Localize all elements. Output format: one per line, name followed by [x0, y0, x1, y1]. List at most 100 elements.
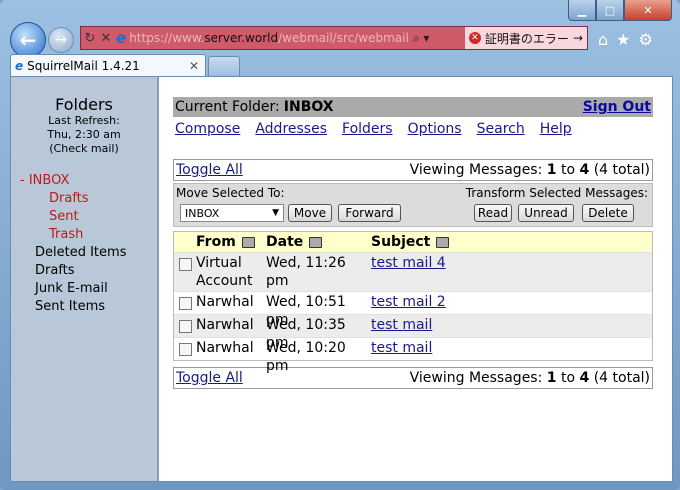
page-content: Folders Last Refresh: Thu, 2:30 am (Chec…: [10, 76, 673, 482]
minimize-button[interactable]: ▁: [568, 0, 596, 21]
row-from: Narwhal: [196, 294, 254, 310]
move-target-select[interactable]: INBOX ▼: [180, 204, 284, 222]
folder-drafts[interactable]: Drafts: [11, 262, 157, 280]
row-subject-link[interactable]: test mail: [371, 340, 432, 356]
row-subject: test mail: [371, 338, 432, 357]
row-from: Narwhal: [196, 340, 254, 356]
delete-button[interactable]: Delete: [582, 204, 634, 222]
folder-junk-email[interactable]: Junk E-mail: [11, 280, 157, 298]
column-subject[interactable]: Subject: [371, 234, 450, 250]
move-target-value: INBOX: [185, 206, 220, 220]
folder-inbox[interactable]: - INBOX: [11, 172, 157, 190]
last-refresh: Last Refresh: Thu, 2:30 am (Check mail): [11, 114, 157, 156]
window-controls: ▁ □ ✕: [568, 0, 672, 21]
folder-sent-items[interactable]: Sent Items: [11, 298, 157, 316]
menu-folders[interactable]: Folders: [342, 121, 393, 137]
last-refresh-time: Thu, 2:30 am: [47, 128, 121, 141]
tab-squirrelmail[interactable]: e SquirrelMail 1.4.21 ✕: [10, 54, 206, 76]
close-tab-icon[interactable]: ✕: [189, 59, 199, 73]
certificate-error-indicator[interactable]: ✕ 証明書のエラー →: [464, 27, 587, 49]
stop-icon[interactable]: ✕: [99, 31, 113, 46]
row-checkbox[interactable]: [174, 338, 196, 356]
toggle-all-link[interactable]: Toggle All: [176, 162, 243, 178]
sign-out-link[interactable]: Sign Out: [583, 99, 651, 115]
menu-search[interactable]: Search: [477, 121, 525, 137]
column-from-label: From: [196, 234, 236, 250]
menu-compose[interactable]: Compose: [175, 121, 240, 137]
error-icon: ✕: [468, 32, 481, 44]
forward-message-button[interactable]: Forward: [338, 204, 401, 222]
home-icon[interactable]: ⌂: [598, 30, 608, 49]
column-subject-label: Subject: [371, 234, 431, 250]
folders-title: Folders: [55, 95, 113, 114]
folder-deleted-items[interactable]: Deleted Items: [11, 244, 157, 262]
refresh-icon[interactable]: ↻: [83, 31, 97, 46]
folder-list: - INBOX Drafts Sent Trash Deleted Items …: [11, 172, 157, 316]
viewing-messages: Viewing Messages: 1 to 4 (4 total): [410, 162, 650, 178]
check-mail-link[interactable]: Check mail: [54, 142, 115, 155]
maximize-button[interactable]: □: [596, 0, 624, 21]
address-bar[interactable]: ↻ ✕ e https://www. server.world /webmail…: [80, 26, 588, 50]
back-button[interactable]: ←: [10, 22, 46, 58]
toggle-all-link[interactable]: Toggle All: [176, 370, 243, 386]
viewing-total: (4 total): [589, 370, 650, 386]
sort-icon[interactable]: [436, 236, 450, 248]
message-pane: Current Folder: INBOX Sign Out Compose A…: [173, 77, 653, 389]
search-icon[interactable]: ⌕ ▾: [413, 31, 430, 46]
new-tab-button[interactable]: [208, 56, 240, 77]
go-arrow-icon[interactable]: →: [573, 31, 583, 45]
read-button[interactable]: Read: [474, 204, 512, 222]
viewing-to: 4: [579, 162, 590, 178]
pager-top: Toggle All Viewing Messages: 1 to 4 (4 t…: [173, 159, 653, 181]
message-list-header: From Date Subject: [174, 232, 652, 252]
forward-button[interactable]: →: [48, 27, 74, 53]
viewing-label: Viewing Messages:: [409, 370, 547, 386]
dropdown-arrow-icon: ▼: [272, 208, 279, 218]
folder-inbox-drafts[interactable]: Drafts: [11, 190, 157, 208]
navigation-buttons: ← →: [10, 22, 74, 58]
menu-help[interactable]: Help: [540, 121, 572, 137]
certificate-error-label: 証明書のエラー: [484, 31, 569, 46]
folder-inbox-sent[interactable]: Sent: [11, 208, 157, 226]
menu-options[interactable]: Options: [408, 121, 462, 137]
sort-icon[interactable]: [241, 236, 255, 248]
column-from[interactable]: From: [196, 234, 266, 250]
viewing-label: Viewing Messages:: [409, 162, 547, 178]
viewing-from: 1: [546, 162, 557, 178]
table-row: Narwhal Wed, 10:35 pm test mail: [174, 314, 652, 351]
row-subject-link[interactable]: test mail 2: [371, 294, 446, 310]
row-checkbox[interactable]: [174, 315, 196, 333]
ie-logo-icon: e: [116, 29, 127, 47]
sort-icon[interactable]: [309, 236, 323, 248]
viewing-from: 1: [546, 370, 557, 386]
close-window-button[interactable]: ✕: [624, 0, 672, 21]
url-scheme: https://www.: [129, 31, 205, 45]
transform-selected-label: Transform Selected Messages:: [465, 186, 648, 200]
viewing-to: 4: [579, 370, 590, 386]
column-date[interactable]: Date: [266, 234, 371, 250]
move-selected-label: Move Selected To:: [176, 186, 285, 200]
viewing-to-word: to: [556, 162, 580, 178]
tab-bar: e SquirrelMail 1.4.21 ✕: [10, 54, 240, 77]
row-checkbox[interactable]: [174, 253, 196, 271]
check-mail: (Check mail): [49, 142, 119, 155]
message-list: From Date Subject Virtual Account Wed, 1…: [173, 231, 653, 374]
folder-inbox-trash[interactable]: Trash: [11, 226, 157, 244]
pager-bottom: Toggle All Viewing Messages: 1 to 4 (4 t…: [173, 367, 653, 389]
favorites-star-icon[interactable]: ★: [616, 30, 630, 49]
move-button[interactable]: Move: [288, 204, 332, 222]
unread-button[interactable]: Unread: [518, 204, 574, 222]
folder-sidebar: Folders Last Refresh: Thu, 2:30 am (Chec…: [11, 77, 159, 481]
row-subject-link[interactable]: test mail 4: [371, 255, 446, 271]
table-row: Virtual Account Wed, 11:26 pm test mail …: [174, 252, 652, 291]
viewing-total: (4 total): [589, 162, 650, 178]
table-row: Narwhal Wed, 10:51 pm test mail 2: [174, 291, 652, 328]
menu-addresses[interactable]: Addresses: [255, 121, 327, 137]
row-subject: test mail 4: [371, 253, 446, 272]
row-checkbox[interactable]: [174, 292, 196, 310]
table-row: Narwhal Wed, 10:20 pm test mail: [174, 337, 652, 374]
main-menu: Compose Addresses Folders Options Search…: [173, 121, 653, 137]
browser-window: ▁ □ ✕ ← → ↻ ✕ e https://www. server.worl…: [0, 0, 680, 490]
row-subject-link[interactable]: test mail: [371, 317, 432, 333]
gear-icon[interactable]: ⚙: [639, 30, 653, 49]
